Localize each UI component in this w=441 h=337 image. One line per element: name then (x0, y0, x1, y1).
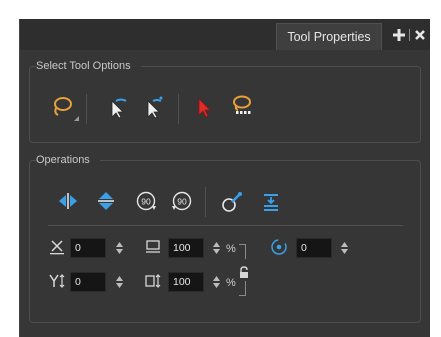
apply-to-all-icon[interactable] (192, 95, 216, 119)
width-icon (144, 238, 162, 256)
angle-spinner[interactable] (340, 241, 348, 255)
select-tool-options-title: Select Tool Options (36, 59, 141, 73)
flip-horizontal-icon[interactable] (56, 189, 80, 213)
width-unit: % (226, 243, 236, 255)
lock-ratio-icon[interactable] (235, 264, 253, 282)
lock-bracket-top (239, 244, 246, 259)
select-tool-options-group: Select Tool Options (29, 59, 421, 143)
angle-icon (270, 238, 288, 256)
toolbar-separator (178, 94, 179, 124)
toolbar-separator (205, 187, 206, 217)
height-field[interactable]: 100 (168, 272, 204, 292)
height-unit: % (226, 277, 236, 289)
height-spinner[interactable] (212, 275, 220, 289)
x-position-icon (48, 238, 66, 256)
y-position-field[interactable]: 0 (70, 272, 106, 292)
select-by-color-icon[interactable] (104, 95, 128, 119)
group-title-line (160, 66, 415, 67)
operations-title: Operations (36, 153, 100, 167)
operations-divider (48, 225, 403, 226)
width-spinner[interactable] (212, 241, 220, 255)
x-position-field[interactable]: 0 (70, 238, 106, 258)
rotate-90-ccw-icon[interactable]: 90 (170, 189, 194, 213)
group-title-line (130, 160, 415, 161)
flip-vertical-icon[interactable] (94, 189, 118, 213)
svg-text:90: 90 (177, 197, 187, 207)
rotate-90-cw-icon[interactable]: 90 (134, 189, 158, 213)
operations-group: Operations 90 90 0 100 % 0 0 100 % (29, 153, 421, 323)
tab-tool-properties[interactable]: Tool Properties (276, 23, 382, 50)
y-position-icon (48, 272, 66, 290)
width-field[interactable]: 100 (168, 238, 204, 258)
select-by-color-permanent-icon[interactable] (140, 95, 164, 119)
x-position-spinner[interactable] (115, 241, 123, 255)
panel-tab-bar: Tool Properties (20, 19, 430, 50)
close-icon[interactable] (411, 24, 429, 46)
contour-editor-lasso-icon[interactable] (230, 94, 254, 118)
plus-icon[interactable] (390, 24, 408, 46)
height-icon (144, 272, 162, 290)
y-position-spinner[interactable] (115, 275, 123, 289)
lasso-icon[interactable] (50, 94, 74, 118)
toolbar-separator (86, 94, 87, 124)
svg-text:90: 90 (141, 197, 151, 207)
lock-bracket-bottom (239, 281, 246, 296)
tool-properties-panel: Tool Properties Select Tool Options Oper… (19, 19, 430, 337)
tab-divider (409, 29, 410, 41)
angle-field[interactable]: 0 (296, 238, 332, 258)
smooth-icon[interactable] (220, 190, 244, 214)
dropdown-corner-indicator (74, 116, 79, 121)
flatten-icon[interactable] (259, 190, 283, 214)
